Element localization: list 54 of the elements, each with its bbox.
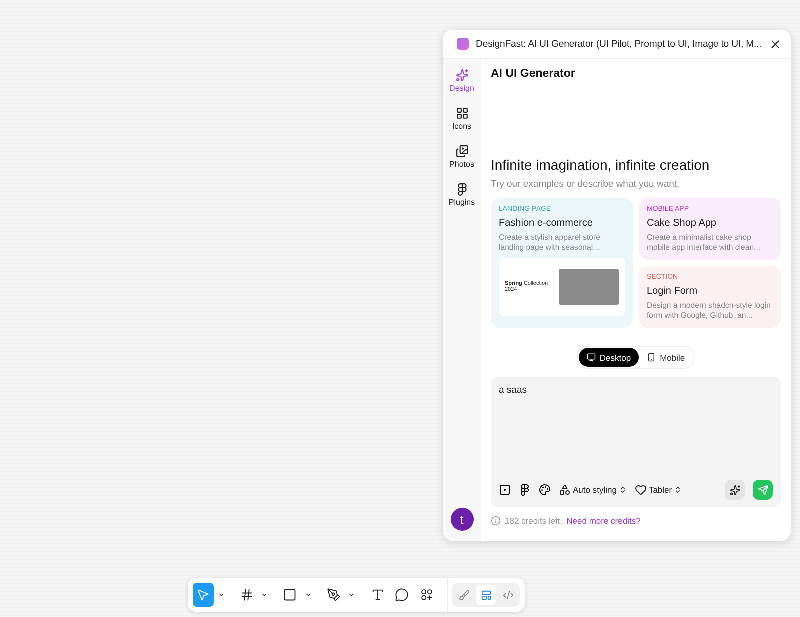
info-icon [491, 516, 501, 526]
layout-icon [480, 590, 492, 600]
pen-icon [326, 588, 341, 602]
monitor-icon [586, 353, 596, 362]
close-icon[interactable] [768, 38, 782, 50]
icon-set-select[interactable]: Tabler [634, 484, 682, 496]
app-logo-icon [457, 38, 469, 50]
chevron-down-icon[interactable] [261, 591, 268, 599]
hero-subtitle: Try our examples or describe what you want. [491, 179, 681, 190]
chevron-down-icon[interactable] [218, 591, 225, 599]
square-icon [283, 588, 298, 602]
code-icon [502, 590, 514, 600]
card-title: Cake Shop App [647, 218, 718, 229]
chevron-down-icon[interactable] [304, 591, 312, 599]
shapes-icon [559, 484, 571, 496]
prompt-box[interactable]: a saas Auto styling Tabler [491, 377, 781, 507]
device-tab[interactable]: Desktop [578, 348, 640, 367]
sparkles-icon [730, 484, 740, 496]
credits-text: 182 credits left. [505, 516, 563, 526]
sparkles-icon [456, 69, 468, 82]
sidebar-tab[interactable]: Icons [444, 107, 480, 137]
credits-link[interactable]: Need more credits? [566, 516, 641, 526]
grid-icon [456, 107, 468, 120]
card-title: Fashion e-commerce [499, 218, 594, 229]
smartphone-icon [647, 353, 656, 362]
speech-bubble-icon [395, 588, 410, 602]
photo-placeholder [559, 269, 619, 306]
style-select[interactable]: Auto styling [559, 484, 627, 496]
panel-title: AI UI Generator [491, 68, 576, 80]
images-icon [456, 145, 468, 158]
text-icon [370, 588, 385, 602]
card-title: Login Form [647, 286, 699, 297]
send-icon [758, 484, 768, 496]
user-avatar[interactable]: t [450, 508, 474, 531]
chevrons-icon [674, 486, 682, 494]
figma-icon [456, 183, 468, 196]
figma-icon[interactable] [519, 484, 531, 496]
sidebar-tab[interactable]: Plugins [444, 183, 480, 213]
pointer-icon [196, 588, 210, 602]
enhance-button[interactable] [725, 480, 745, 500]
window-title: DesignFast: AI UI Generator (UI Pilot, Prompt to UI, Image to UI, M... [476, 38, 762, 50]
prompt-input[interactable]: a saas [499, 385, 773, 396]
hero-heading: Infinite imagination, infinite creation [491, 157, 711, 173]
brush-icon [458, 590, 470, 600]
chevron-down-icon[interactable] [348, 591, 356, 599]
hash-icon [240, 588, 254, 602]
chevrons-icon [618, 486, 627, 494]
sidebar-tab[interactable]: Design [444, 69, 480, 99]
mode-button[interactable] [476, 585, 496, 605]
shapes-icon [420, 588, 434, 602]
sidebar-tab[interactable]: Photos [444, 145, 480, 175]
device-tab[interactable]: Mobile [639, 348, 694, 367]
heart-icon [634, 484, 647, 496]
palette-icon[interactable] [539, 484, 551, 496]
